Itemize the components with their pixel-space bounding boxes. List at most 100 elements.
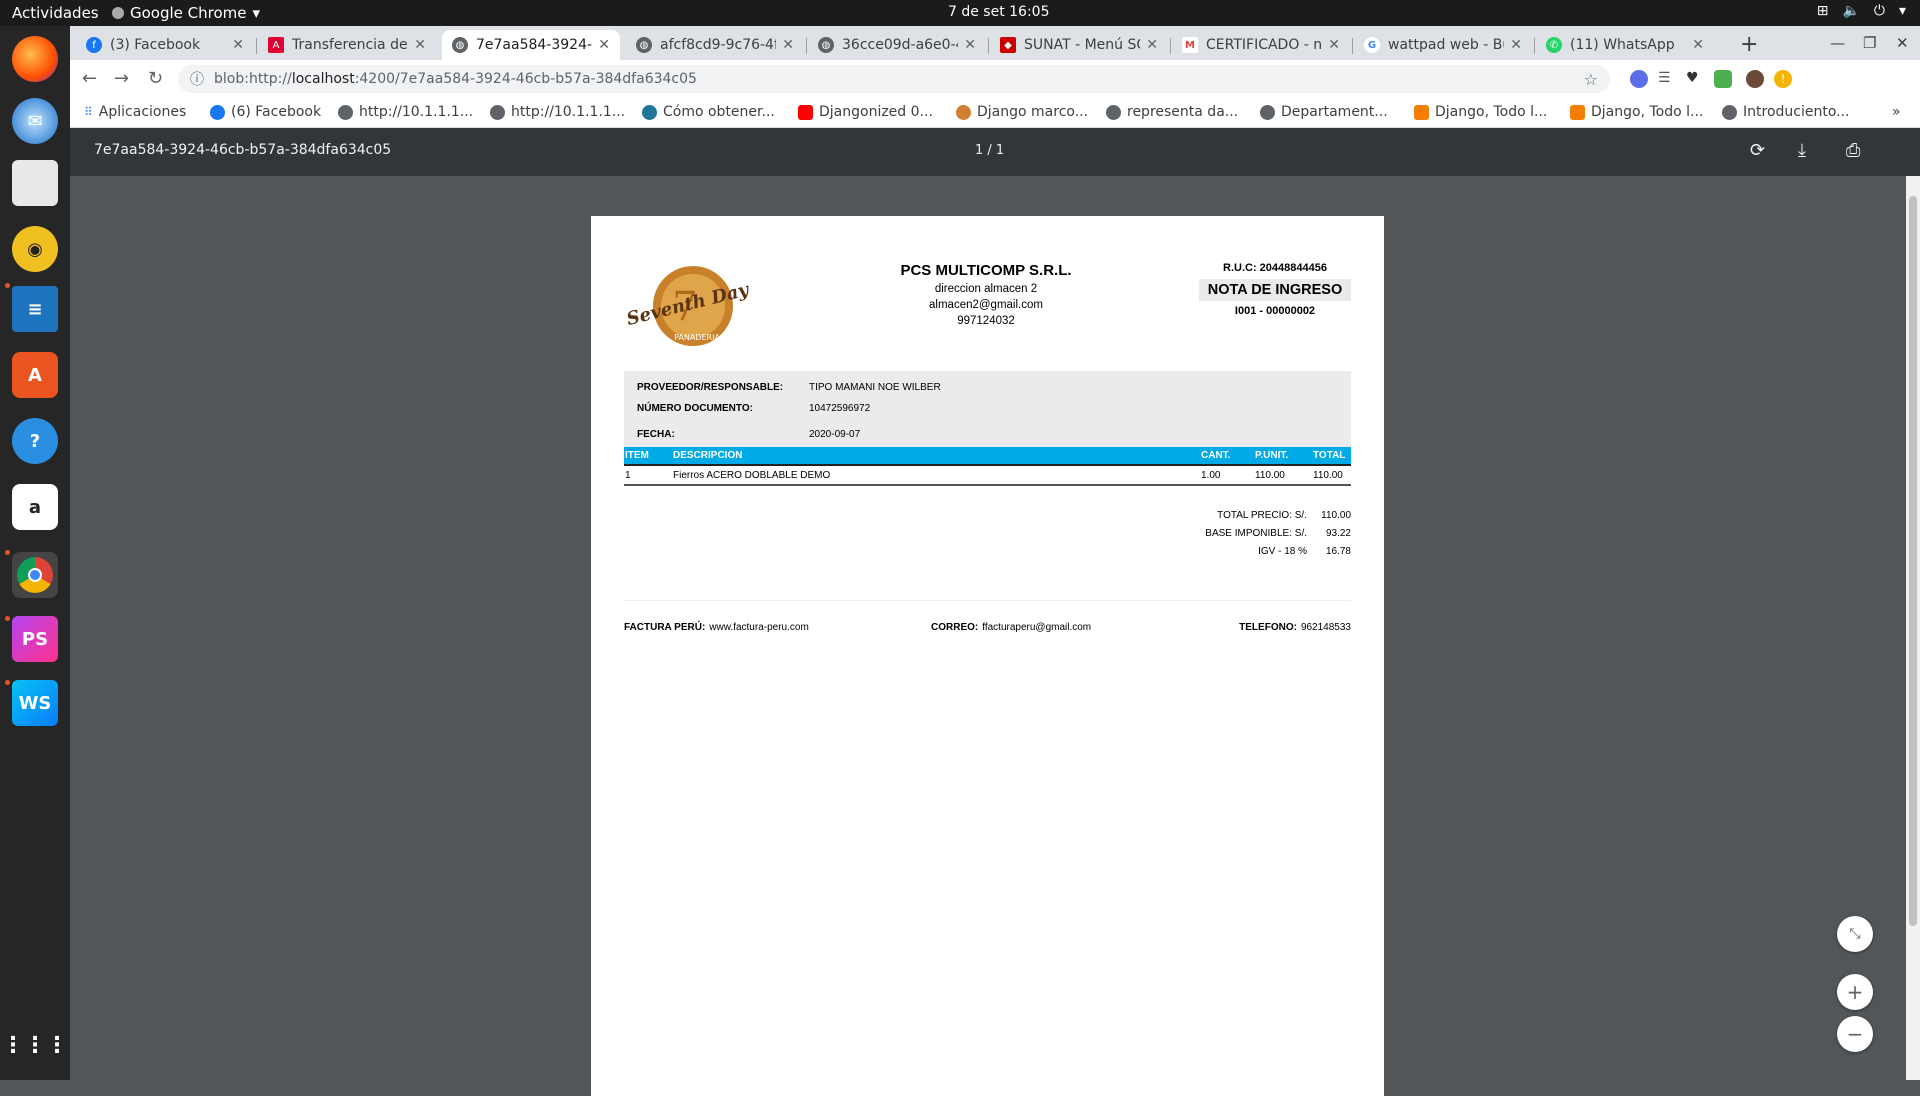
docnum-value: 10472596972 xyxy=(809,403,871,414)
address-bar[interactable]: ⓘ blob:http://localhost:4200/7e7aa584-39… xyxy=(178,65,1610,93)
files-icon[interactable] xyxy=(12,160,58,206)
webstorm-icon[interactable]: WS xyxy=(12,680,58,726)
tab[interactable]: ◍ 36cce09d-a6e0-44 ✕ xyxy=(808,30,986,60)
print-icon[interactable]: ⎙ xyxy=(1846,140,1860,161)
thunderbird-icon[interactable]: ✉ xyxy=(12,98,58,144)
total-price-row: TOTAL PRECIO: S/. 110.00 xyxy=(1151,510,1351,528)
tab[interactable]: ✆ (11) WhatsApp ✕ xyxy=(1536,30,1714,60)
bookmark-apps[interactable]: ⠿ Aplicaciones xyxy=(84,104,186,120)
tab[interactable]: G wattpad web - Bu ✕ xyxy=(1354,30,1532,60)
vpn-extension-icon[interactable]: ♥ xyxy=(1686,70,1704,88)
system-tray[interactable]: ⊞ 🔈 ⏻ ▾ xyxy=(1817,3,1906,19)
zoom-in-icon[interactable]: + xyxy=(1837,974,1873,1010)
tab[interactable]: ◆ SUNAT - Menú SO ✕ xyxy=(990,30,1168,60)
col-qty: CANT. xyxy=(1201,450,1231,461)
close-tab-icon[interactable]: ✕ xyxy=(782,37,794,53)
info-icon[interactable]: ⓘ xyxy=(190,69,204,89)
close-tab-icon[interactable]: ✕ xyxy=(232,37,244,53)
provider-info-box: PROVEEDOR/RESPONSABLE: TIPO MAMANI NOE W… xyxy=(624,371,1351,449)
pdf-title: 7e7aa584-3924-46cb-b57a-384dfa634c05 xyxy=(94,142,392,158)
forward-arrow-icon[interactable]: → xyxy=(114,68,129,89)
phpstorm-icon[interactable]: PS xyxy=(12,616,58,662)
tab[interactable]: A Transferencia de ✕ xyxy=(258,30,436,60)
back-arrow-icon[interactable]: ← xyxy=(82,68,97,89)
tab-title: 36cce09d-a6e0-44 xyxy=(842,37,958,53)
table-row: 1 Fierros ACERO DOBLABLE DEMO 1.00 110.0… xyxy=(624,466,1351,486)
bookmark-star-icon[interactable]: ☆ xyxy=(1584,70,1598,89)
amazon-icon[interactable]: a xyxy=(12,484,58,530)
total-label: TOTAL PRECIO: S/. xyxy=(1217,510,1307,521)
tab-list-icon[interactable]: ☰ xyxy=(1658,70,1676,88)
date-row: FECHA: 2020-09-07 xyxy=(637,429,860,440)
bookmark-item[interactable]: Cómo obtener... xyxy=(642,104,775,120)
bookmark-item[interactable]: http://10.1.1.1... xyxy=(338,104,473,120)
system-top-bar: Actividades Google Chrome ▾ 7 de set 16:… xyxy=(0,0,1920,26)
more-bookmarks-chevron-icon[interactable]: » xyxy=(1892,104,1901,120)
restore-icon[interactable]: ❐ xyxy=(1863,34,1876,52)
close-tab-icon[interactable]: ✕ xyxy=(1146,37,1158,53)
tab[interactable]: f (3) Facebook ✕ xyxy=(76,30,254,60)
running-indicator xyxy=(5,680,10,685)
reload-icon[interactable]: ↻ xyxy=(148,68,163,89)
bookmark-item[interactable]: representa da... xyxy=(1106,104,1238,120)
url-prefix: blob:http:// xyxy=(214,71,292,87)
scrollbar-thumb[interactable] xyxy=(1909,196,1917,926)
firefox-icon[interactable] xyxy=(12,36,58,82)
close-tab-icon[interactable]: ✕ xyxy=(1510,37,1522,53)
close-window-icon[interactable]: ✕ xyxy=(1896,34,1909,52)
items-table-header: ITEM DESCRIPCION CANT. P.UNIT. TOTAL xyxy=(624,447,1351,466)
app-menu[interactable]: Google Chrome ▾ xyxy=(112,4,260,22)
bookmark-item[interactable]: Departament... xyxy=(1260,104,1388,120)
vertical-scrollbar[interactable] xyxy=(1906,176,1920,1080)
close-tab-icon[interactable]: ✕ xyxy=(1692,37,1704,53)
tab[interactable]: ◍ afcf8cd9-9c76-4fc ✕ xyxy=(626,30,804,60)
clock[interactable]: 7 de set 16:05 xyxy=(948,4,1050,20)
tab-active[interactable]: ◍ 7e7aa584-3924-4c ✕ xyxy=(442,30,620,60)
bookmark-label: http://10.1.1.1... xyxy=(359,104,474,120)
update-alert-icon[interactable]: ! xyxy=(1774,70,1792,88)
base-value: 93.22 xyxy=(1325,528,1351,539)
show-apps-icon[interactable]: ⋮⋮⋮ xyxy=(2,1022,68,1068)
date-label: FECHA: xyxy=(637,429,675,440)
bookmark-item[interactable]: Django, Todo l... xyxy=(1570,104,1703,120)
volume-icon: 🔈 xyxy=(1842,3,1860,19)
chrome-icon[interactable] xyxy=(12,552,58,598)
bookmark-item[interactable]: Introduciento... xyxy=(1722,104,1850,120)
download-icon[interactable]: ⤓ xyxy=(1798,140,1806,161)
new-tab-plus-icon[interactable]: + xyxy=(1740,32,1758,57)
company-name: PCS MULTICOMP S.R.L. xyxy=(900,262,1072,279)
tab-title: afcf8cd9-9c76-4fc xyxy=(660,37,777,53)
tab-title: (11) WhatsApp xyxy=(1570,37,1675,53)
rotate-icon[interactable]: ⟳ xyxy=(1750,140,1765,161)
bookmark-item[interactable]: http://10.1.1.1... xyxy=(490,104,625,120)
tab[interactable]: M CERTIFICADO - no ✕ xyxy=(1172,30,1350,60)
help-icon[interactable]: ? xyxy=(12,418,58,464)
fit-to-page-icon[interactable]: ⤡ xyxy=(1837,916,1873,952)
minimize-icon[interactable]: — xyxy=(1830,34,1845,52)
writer-icon[interactable]: ≡ xyxy=(12,286,58,332)
zoom-out-icon[interactable]: − xyxy=(1837,1016,1873,1052)
tab-title: 7e7aa584-3924-4c xyxy=(476,37,593,53)
globe-icon: ◍ xyxy=(452,37,468,53)
apps-grid-icon: ⠿ xyxy=(84,105,93,119)
footer-mail-value: ffacturaperu@gmail.com xyxy=(982,622,1092,633)
rhythmbox-icon[interactable]: ◉ xyxy=(12,226,58,272)
pdf-viewer[interactable]: 7 Seventh Day PANADERIA PCS MULTICOMP S.… xyxy=(70,176,1920,1096)
bookmark-label: Django, Todo l... xyxy=(1591,104,1704,120)
globe-icon xyxy=(1722,104,1737,120)
browser-toolbar: ← → ↻ ⓘ blob:http://localhost:4200/7e7aa… xyxy=(70,60,1920,98)
close-tab-icon[interactable]: ✕ xyxy=(414,37,426,53)
extension-icon[interactable] xyxy=(1630,70,1648,88)
bookmark-item[interactable]: Djangonized 0... xyxy=(798,104,933,120)
close-tab-icon[interactable]: ✕ xyxy=(1328,37,1340,53)
bookmark-item[interactable]: Django, Todo l... xyxy=(1414,104,1547,120)
software-center-icon[interactable]: A xyxy=(12,352,58,398)
extension-green-icon[interactable] xyxy=(1714,70,1732,88)
profile-avatar[interactable] xyxy=(1746,70,1764,88)
close-tab-icon[interactable]: ✕ xyxy=(964,37,976,53)
activities-button[interactable]: Actividades xyxy=(12,4,99,22)
bookmark-item[interactable]: (6) Facebook xyxy=(210,104,321,120)
bookmark-item[interactable]: Django marco... xyxy=(956,104,1088,120)
close-tab-icon[interactable]: ✕ xyxy=(598,37,610,53)
bookmark-label: http://10.1.1.1... xyxy=(511,104,626,120)
